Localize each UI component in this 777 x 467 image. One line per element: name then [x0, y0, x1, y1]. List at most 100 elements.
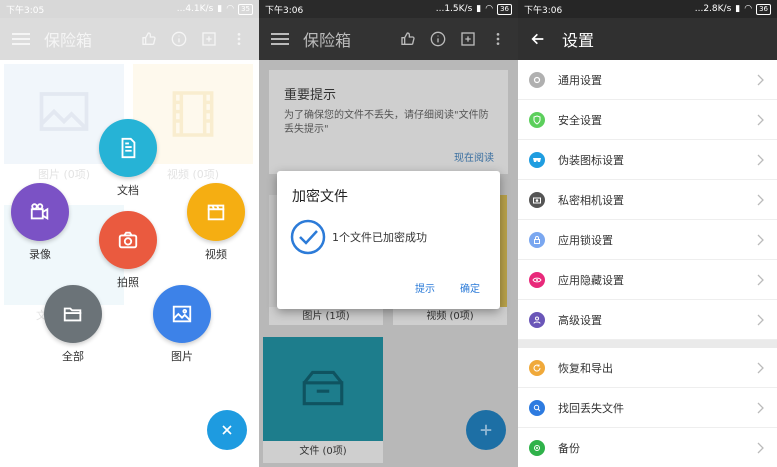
app-bar: 保险箱 — [259, 18, 518, 60]
clapperboard-icon — [207, 204, 225, 221]
dialog-title: 加密文件 — [292, 189, 348, 205]
more-vertical-icon[interactable] — [490, 31, 506, 47]
thumbs-up-icon[interactable] — [400, 31, 416, 47]
settings-item-label: 找回丢失文件 — [558, 401, 624, 415]
add-box-icon[interactable] — [201, 31, 217, 47]
info-icon[interactable] — [171, 31, 187, 47]
close-icon — [222, 425, 232, 435]
chevron-right-icon — [757, 362, 764, 373]
chevron-right-icon — [757, 154, 764, 165]
fab-photo-button[interactable] — [99, 211, 157, 269]
page-title: 设置 — [562, 31, 595, 50]
fab-label: 视频 — [205, 248, 227, 261]
tile-label: 图片 (1项) — [269, 307, 383, 325]
chevron-right-icon — [757, 402, 764, 413]
restore-icon — [529, 359, 545, 376]
chevron-right-icon — [757, 194, 764, 205]
network-speed: ...1.5K/s — [435, 4, 473, 14]
menu-icon[interactable] — [271, 33, 289, 45]
settings-item-label: 高级设置 — [558, 313, 602, 327]
back-arrow-icon[interactable] — [530, 31, 546, 47]
settings-item-label: 私密相机设置 — [558, 193, 624, 207]
status-bar: 下午3:06 ...1.5K/s ▮ ◠ 36 — [259, 0, 518, 18]
fab-label: 文档 — [117, 184, 139, 197]
check-circle-icon — [290, 219, 326, 255]
eye-icon — [529, 271, 545, 288]
thumbs-up-icon[interactable] — [141, 31, 157, 47]
settings-item-private-camera[interactable]: 私密相机设置 — [518, 180, 777, 220]
fab-all-button[interactable] — [44, 285, 102, 343]
fab-record-button[interactable] — [11, 183, 69, 241]
settings-item-label: 恢复和导出 — [558, 361, 613, 375]
backup-icon — [529, 439, 545, 456]
settings-item-general[interactable]: 通用设置 — [518, 60, 777, 100]
encrypt-dialog: 加密文件 1个文件已加密成功 提示 确定 — [277, 171, 500, 309]
settings-item-app-lock[interactable]: 应用锁设置 — [518, 220, 777, 260]
folder-open-icon — [63, 307, 82, 322]
settings-list: 通用设置 安全设置 伪装图标设置 私密相机设置 应用锁设置 应用隐藏设置 高级设… — [518, 60, 777, 467]
fab-label: 拍照 — [117, 276, 139, 289]
settings-item-advanced[interactable]: 高级设置 — [518, 300, 777, 340]
app-bar: 保险箱 — [0, 18, 259, 60]
phone-vault-encrypt-dialog: 下午3:06 ...1.5K/s ▮ ◠ 36 保险箱 重要提示 为了确保您的文… — [259, 0, 518, 467]
page-title: 保险箱 — [303, 31, 352, 50]
settings-item-recover-lost-files[interactable]: 找回丢失文件 — [518, 388, 777, 428]
add-box-icon[interactable] — [460, 31, 476, 47]
section-divider — [518, 340, 777, 348]
more-vertical-icon[interactable] — [231, 31, 247, 47]
settings-item-restore-export[interactable]: 恢复和导出 — [518, 348, 777, 388]
network-speed: ...4.1K/s — [176, 4, 214, 14]
image-icon — [172, 305, 192, 323]
fab-close-button[interactable] — [207, 410, 247, 450]
tile-label: 文件 (0项) — [263, 441, 383, 463]
chevron-right-icon — [757, 234, 764, 245]
phone-vault-fab-menu: 下午3:05 ...4.1K/s ▮ ◠ 35 保险箱 图片 (0项) 视频 (… — [0, 0, 259, 467]
menu-icon[interactable] — [12, 33, 30, 45]
camera-icon — [529, 191, 545, 208]
fab-add-button[interactable] — [466, 410, 506, 450]
fab-images-button[interactable] — [153, 285, 211, 343]
status-time: 下午3:06 — [265, 5, 304, 16]
info-icon[interactable] — [430, 31, 446, 47]
fab-documents-button[interactable] — [99, 119, 157, 177]
phone-settings: 下午3:06 ...2.8K/s ▮ ◠ 36 设置 通用设置 安全设置 伪装图… — [518, 0, 777, 467]
fab-label: 图片 — [171, 350, 193, 363]
settings-item-app-hide[interactable]: 应用隐藏设置 — [518, 260, 777, 300]
shield-icon — [529, 111, 545, 128]
settings-item-label: 通用设置 — [558, 73, 602, 87]
signal-icon: ▮ — [735, 4, 741, 14]
settings-item-label: 伪装图标设置 — [558, 153, 624, 167]
chevron-right-icon — [757, 114, 764, 125]
dialog-message: 1个文件已加密成功 — [332, 231, 427, 244]
wifi-icon: ◠ — [485, 4, 494, 14]
chevron-right-icon — [757, 274, 764, 285]
fab-video-button[interactable] — [187, 183, 245, 241]
settings-item-backup[interactable]: 备份 — [518, 428, 777, 467]
person-icon — [529, 311, 545, 328]
fab-label: 录像 — [29, 248, 51, 261]
gear-icon — [529, 71, 545, 88]
wifi-icon: ◠ — [744, 4, 753, 14]
ok-button[interactable]: 确定 — [460, 280, 480, 295]
signal-icon: ▮ — [217, 4, 223, 14]
network-speed: ...2.8K/s — [694, 4, 732, 14]
tile-files[interactable]: 文件 (0项) — [263, 337, 383, 463]
lock-icon — [529, 231, 545, 248]
status-bar: 下午3:05 ...4.1K/s ▮ ◠ 35 — [0, 0, 259, 18]
battery-icon: 35 — [238, 3, 253, 15]
settings-item-label: 备份 — [558, 441, 580, 455]
chevron-right-icon — [757, 74, 764, 85]
settings-item-security[interactable]: 安全设置 — [518, 100, 777, 140]
settings-item-disguise-icon[interactable]: 伪装图标设置 — [518, 140, 777, 180]
chevron-right-icon — [757, 314, 764, 325]
settings-item-label: 安全设置 — [558, 113, 602, 127]
hint-button[interactable]: 提示 — [415, 280, 435, 295]
important-notice-card: 重要提示 为了确保您的文件不丢失，请仔细阅读"文件防丢失提示" 现在阅读 — [269, 70, 508, 174]
plus-icon — [480, 424, 492, 436]
read-now-link[interactable]: 现在阅读 — [454, 149, 494, 164]
tile-label: 视频 (0项) — [393, 307, 507, 325]
document-icon — [121, 137, 136, 159]
status-time: 下午3:06 — [524, 5, 563, 16]
notice-body: 为了确保您的文件不丢失，请仔细阅读"文件防丢失提示" — [284, 110, 489, 135]
battery-icon: 36 — [497, 3, 512, 15]
